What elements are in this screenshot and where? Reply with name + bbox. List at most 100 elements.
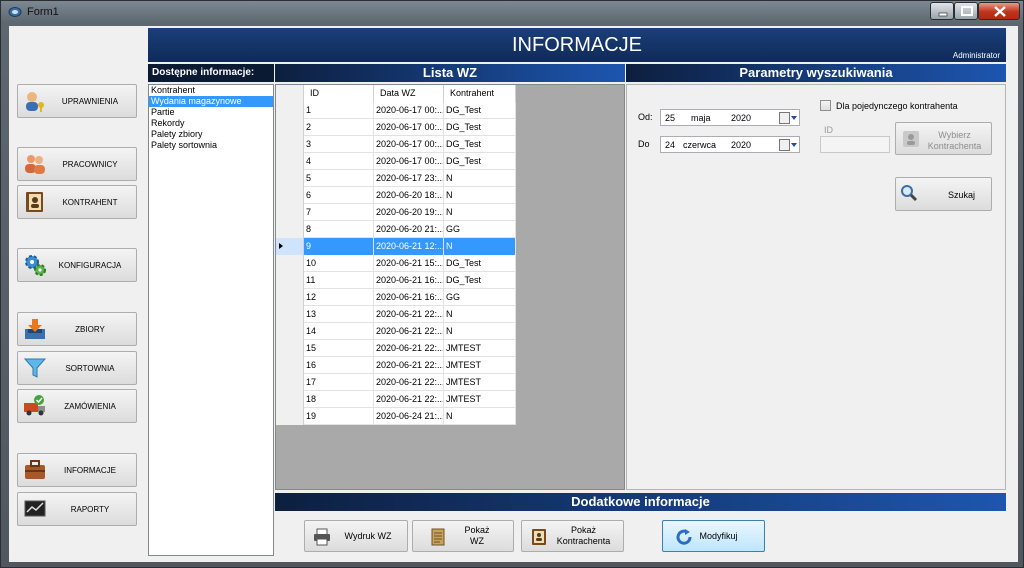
table-cell[interactable]: 2020-06-17 00:...: [374, 119, 444, 136]
table-cell[interactable]: 2020-06-24 21:...: [374, 408, 444, 425]
table-cell[interactable]: 2020-06-21 22:...: [374, 374, 444, 391]
available-info-item[interactable]: Palety zbiory: [149, 129, 273, 140]
table-cell[interactable]: 5: [304, 170, 374, 187]
show-contractor-button[interactable]: Pokaż Kontrachenta: [521, 520, 624, 552]
table-cell[interactable]: 15: [304, 340, 374, 357]
table-row[interactable]: 5 2020-06-17 23:... N: [276, 170, 516, 187]
table-row[interactable]: 19 2020-06-24 21:... N: [276, 408, 516, 425]
available-info-item[interactable]: Partie: [149, 107, 273, 118]
table-cell[interactable]: 14: [304, 323, 374, 340]
to-date-picker[interactable]: 24 czerwca 2020: [660, 136, 800, 153]
table-cell[interactable]: DG_Test: [444, 119, 516, 136]
table-cell[interactable]: 11: [304, 272, 374, 289]
table-cell[interactable]: 16: [304, 357, 374, 374]
table-cell[interactable]: 2020-06-21 22:...: [374, 340, 444, 357]
calendar-dropdown-icon[interactable]: [779, 112, 797, 124]
single-contractor-checkbox[interactable]: [820, 100, 831, 111]
table-cell[interactable]: 2020-06-21 22:...: [374, 306, 444, 323]
table-cell[interactable]: N: [444, 323, 516, 340]
table-row[interactable]: 6 2020-06-20 18:... N: [276, 187, 516, 204]
table-cell[interactable]: 7: [304, 204, 374, 221]
table-row[interactable]: 11 2020-06-21 16:... DG_Test: [276, 272, 516, 289]
search-button[interactable]: Szukaj: [895, 177, 992, 211]
row-header-cell[interactable]: [276, 391, 304, 408]
maximize-button[interactable]: [954, 2, 978, 20]
table-cell[interactable]: N: [444, 408, 516, 425]
table-row[interactable]: 13 2020-06-21 22:... N: [276, 306, 516, 323]
row-header-cell[interactable]: [276, 221, 304, 238]
table-cell[interactable]: N: [444, 170, 516, 187]
row-header-cell[interactable]: [276, 340, 304, 357]
column-header[interactable]: Kontrahent: [444, 85, 516, 102]
table-row[interactable]: 16 2020-06-21 22:... JMTEST: [276, 357, 516, 374]
row-header-cell[interactable]: [276, 374, 304, 391]
table-cell[interactable]: JMTEST: [444, 340, 516, 357]
modify-button[interactable]: Modyfikuj: [662, 520, 765, 552]
table-row[interactable]: 1 2020-06-17 00:... DG_Test: [276, 102, 516, 119]
table-cell[interactable]: 9: [304, 238, 374, 255]
table-row[interactable]: 14 2020-06-21 22:... N: [276, 323, 516, 340]
nav-zamowienia-button[interactable]: ZAMÓWIENIA: [17, 389, 137, 423]
table-row[interactable]: 17 2020-06-21 22:... JMTEST: [276, 374, 516, 391]
table-row[interactable]: 8 2020-06-20 21:... GG: [276, 221, 516, 238]
table-cell[interactable]: DG_Test: [444, 136, 516, 153]
table-cell[interactable]: DG_Test: [444, 102, 516, 119]
row-header-cell[interactable]: [276, 272, 304, 289]
table-cell[interactable]: 2020-06-17 00:...: [374, 136, 444, 153]
show-wz-button[interactable]: Pokaż WZ: [412, 520, 514, 552]
table-cell[interactable]: 18: [304, 391, 374, 408]
row-header-cell[interactable]: [276, 204, 304, 221]
table-cell[interactable]: 2: [304, 119, 374, 136]
table-row[interactable]: 10 2020-06-21 15:... DG_Test: [276, 255, 516, 272]
table-row[interactable]: 18 2020-06-21 22:... JMTEST: [276, 391, 516, 408]
nav-zbiory-button[interactable]: ZBIORY: [17, 312, 137, 346]
row-header-cell[interactable]: [276, 289, 304, 306]
table-cell[interactable]: GG: [444, 289, 516, 306]
row-header-cell[interactable]: [276, 306, 304, 323]
row-header-cell[interactable]: [276, 255, 304, 272]
wz-grid[interactable]: ID Data WZ Kontrahent 1 2020-06-17 00:... DG_…: [276, 85, 516, 425]
contractor-id-input[interactable]: [820, 136, 890, 153]
table-cell[interactable]: 10: [304, 255, 374, 272]
row-header-cell[interactable]: [276, 323, 304, 340]
row-header-cell[interactable]: [276, 170, 304, 187]
table-cell[interactable]: 2020-06-20 19:...: [374, 204, 444, 221]
row-header-cell[interactable]: [276, 119, 304, 136]
calendar-dropdown-icon[interactable]: [779, 139, 797, 151]
table-cell[interactable]: 12: [304, 289, 374, 306]
row-header-cell[interactable]: [276, 102, 304, 119]
table-cell[interactable]: JMTEST: [444, 391, 516, 408]
table-cell[interactable]: N: [444, 187, 516, 204]
table-cell[interactable]: 2020-06-21 16:...: [374, 289, 444, 306]
table-cell[interactable]: 2020-06-21 16:...: [374, 272, 444, 289]
available-info-item[interactable]: Kontrahent: [149, 85, 273, 96]
table-row[interactable]: 12 2020-06-21 16:... GG: [276, 289, 516, 306]
nav-raporty-button[interactable]: RAPORTY: [17, 492, 137, 526]
from-date-picker[interactable]: 25 maja 2020: [660, 109, 800, 126]
table-row[interactable]: 4 2020-06-17 00:... DG_Test: [276, 153, 516, 170]
table-cell[interactable]: 2020-06-21 22:...: [374, 357, 444, 374]
table-cell[interactable]: N: [444, 306, 516, 323]
table-cell[interactable]: 3: [304, 136, 374, 153]
table-row[interactable]: 9 2020-06-21 12:... N: [276, 238, 516, 255]
nav-sortownia-button[interactable]: SORTOWNIA: [17, 351, 137, 385]
table-cell[interactable]: JMTEST: [444, 357, 516, 374]
table-row[interactable]: 7 2020-06-20 19:... N: [276, 204, 516, 221]
table-cell[interactable]: 4: [304, 153, 374, 170]
choose-contractor-button[interactable]: Wybierz Kontrachenta: [895, 122, 992, 155]
row-header-cell[interactable]: [276, 187, 304, 204]
table-cell[interactable]: 2020-06-21 15:...: [374, 255, 444, 272]
row-header-cell[interactable]: [276, 153, 304, 170]
row-header-cell[interactable]: [276, 408, 304, 425]
table-cell[interactable]: 2020-06-21 12:...: [374, 238, 444, 255]
table-cell[interactable]: 2020-06-20 21:...: [374, 221, 444, 238]
table-row[interactable]: 2 2020-06-17 00:... DG_Test: [276, 119, 516, 136]
minimize-button[interactable]: [930, 2, 954, 20]
table-row[interactable]: 15 2020-06-21 22:... JMTEST: [276, 340, 516, 357]
table-cell[interactable]: GG: [444, 221, 516, 238]
available-info-item[interactable]: Rekordy: [149, 118, 273, 129]
table-cell[interactable]: N: [444, 238, 516, 255]
row-header-cell[interactable]: [276, 136, 304, 153]
table-cell[interactable]: N: [444, 204, 516, 221]
table-cell[interactable]: 2020-06-17 00:...: [374, 102, 444, 119]
